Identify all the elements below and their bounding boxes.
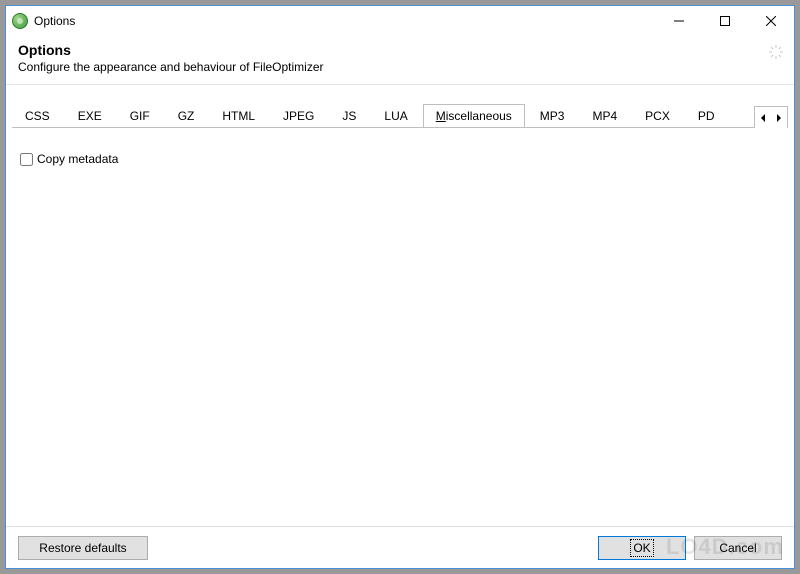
window-controls: [656, 6, 794, 36]
maximize-button[interactable]: [702, 6, 748, 36]
tab-html[interactable]: HTML: [209, 104, 268, 127]
tab-mp3[interactable]: MP3: [527, 104, 578, 127]
copy-metadata-label: Copy metadata: [37, 152, 118, 166]
button-bar: Restore defaults OK Cancel: [6, 526, 794, 568]
tab-jpeg[interactable]: JPEG: [270, 104, 327, 127]
tab-exe[interactable]: EXE: [65, 104, 115, 127]
minimize-button[interactable]: [656, 6, 702, 36]
tab-scroll: [754, 106, 788, 128]
page-subtitle: Configure the appearance and behaviour o…: [18, 60, 782, 74]
tab-list: CSS EXE GIF GZ HTML JPEG JS LUA Miscella…: [12, 103, 754, 127]
titlebar[interactable]: Options: [6, 6, 794, 36]
close-button[interactable]: [748, 6, 794, 36]
copy-metadata-row[interactable]: Copy metadata: [20, 152, 780, 166]
tab-js[interactable]: JS: [329, 104, 369, 127]
tab-pcx[interactable]: PCX: [632, 104, 683, 127]
tab-scroll-left-button[interactable]: [757, 114, 769, 122]
divider: [6, 84, 794, 85]
tab-lua[interactable]: LUA: [371, 104, 420, 127]
tab-scroll-right-button[interactable]: [773, 114, 785, 122]
copy-metadata-checkbox[interactable]: [20, 153, 33, 166]
tab-gz[interactable]: GZ: [165, 104, 208, 127]
tab-pdf-partial[interactable]: PD: [685, 104, 718, 127]
page-title: Options: [18, 42, 782, 58]
cursor-icon: [768, 44, 784, 63]
tab-miscellaneous[interactable]: Miscellaneous: [423, 104, 525, 127]
cancel-button[interactable]: Cancel: [694, 536, 782, 560]
app-window: Options Options Configure the appearance…: [5, 5, 795, 569]
tab-strip: CSS EXE GIF GZ HTML JPEG JS LUA Miscella…: [12, 103, 788, 128]
tab-content: Copy metadata: [6, 128, 794, 190]
tab-gif[interactable]: GIF: [117, 104, 163, 127]
app-icon: [12, 13, 28, 29]
tab-css[interactable]: CSS: [12, 104, 63, 127]
tab-mp4[interactable]: MP4: [579, 104, 630, 127]
window-title: Options: [34, 14, 75, 28]
restore-defaults-button[interactable]: Restore defaults: [18, 536, 148, 560]
ok-button[interactable]: OK: [598, 536, 686, 560]
header: Options Configure the appearance and beh…: [6, 36, 794, 84]
